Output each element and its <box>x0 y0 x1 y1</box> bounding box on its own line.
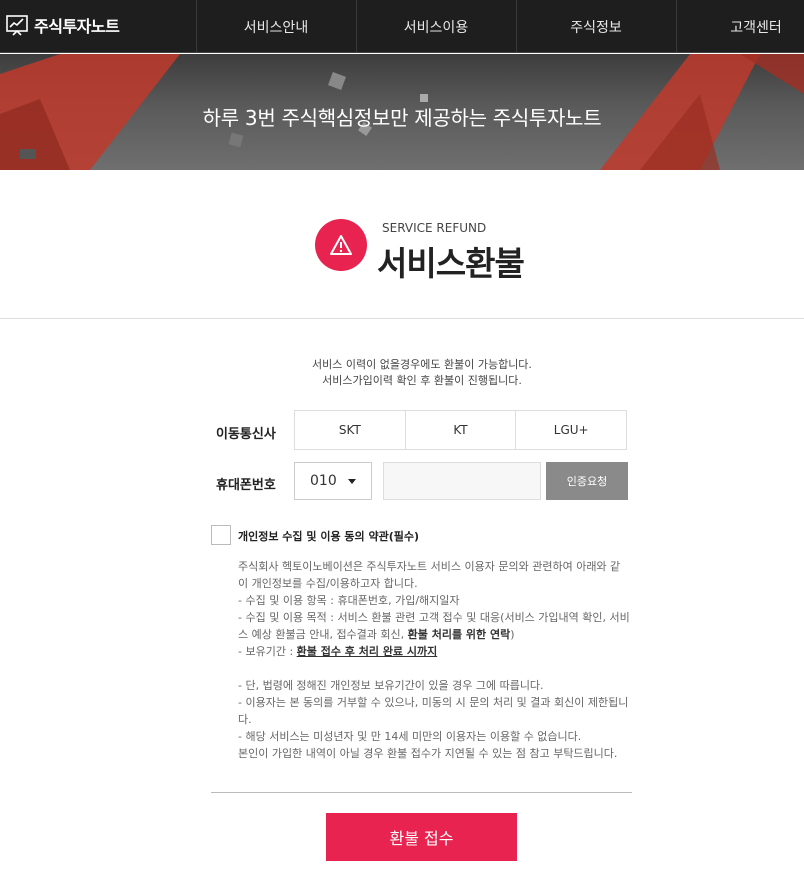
phone-label: 휴대폰번호 <box>216 478 276 493</box>
phone-number-input[interactable] <box>383 462 541 500</box>
terms-item-purpose: - 수집 및 이용 목적 : 서비스 환불 관련 고객 접수 및 대응(서비스 … <box>238 611 630 641</box>
phone-prefix-select[interactable]: 010 <box>294 462 372 500</box>
carrier-option-kt[interactable]: KT <box>405 411 517 449</box>
terms-intro: 주식회사 헥토이노베이션은 주식투자노트 서비스 이용자 문의와 관련하여 아래… <box>238 560 621 590</box>
site-logo[interactable]: 주식투자노트 <box>6 13 120 37</box>
carrier-option-lgu[interactable]: LGU+ <box>516 411 627 449</box>
nav-item-stock-info[interactable]: 주식정보 <box>516 0 676 53</box>
privacy-terms-text: 주식회사 헥토이노베이션은 주식투자노트 서비스 이용자 문의와 관련하여 아래… <box>238 558 630 762</box>
form-divider <box>211 792 632 793</box>
agreement-checkbox[interactable] <box>211 525 231 545</box>
refund-notice: 서비스 이력이 없을경우에도 환불이 가능합니다. 서비스가입이력 확인 후 환… <box>0 357 804 389</box>
terms-note-law: - 단, 법령에 정해진 개인정보 보유기간이 있을 경우 그에 따릅니다. <box>238 679 544 692</box>
nav-item-service-info[interactable]: 서비스안내 <box>196 0 356 53</box>
warning-badge <box>315 219 367 271</box>
hero-tagline: 하루 3번 주식핵심정보만 제공하는 주식투자노트 <box>202 106 602 130</box>
page-subtitle: SERVICE REFUND <box>382 221 487 235</box>
warning-triangle-icon <box>330 235 352 255</box>
phone-prefix-value: 010 <box>310 473 337 489</box>
agreement-label: 개인정보 수집 및 이용 동의 약관(필수) <box>238 530 420 543</box>
hero-banner: 하루 3번 주식핵심정보만 제공하는 주식투자노트 <box>0 54 804 170</box>
refund-submit-button[interactable]: 환불 접수 <box>326 813 517 861</box>
chart-board-icon <box>6 15 28 36</box>
top-navigation-bar: 주식투자노트 서비스안내 서비스이용 주식정보 고객센터 <box>0 0 804 53</box>
dropdown-arrow-icon <box>348 479 356 484</box>
terms-item-collect: - 수집 및 이용 항목 : 휴대폰번호, 가입/해지일자 <box>238 594 460 607</box>
terms-item-retention: - 보유기간 : 환불 접수 후 처리 완료 시까지 <box>238 645 438 658</box>
carrier-selector: SKT KT LGU+ <box>294 410 627 450</box>
notice-line-2: 서비스가입이력 확인 후 환불이 진행됩니다. <box>322 374 522 387</box>
verify-request-button[interactable]: 인증요청 <box>546 462 628 500</box>
terms-note-minor: - 해당 서비스는 미성년자 및 만 14세 미만의 이용자는 이용할 수 없습… <box>238 730 582 743</box>
terms-note-refuse: - 이용자는 본 동의를 거부할 수 있으나, 미동의 시 문의 처리 및 결과… <box>238 696 629 726</box>
nav-item-service-use[interactable]: 서비스이용 <box>356 0 516 53</box>
section-divider <box>0 318 804 319</box>
page-title: 서비스환불 <box>377 244 525 283</box>
nav-item-customer-center[interactable]: 고객센터 <box>676 0 804 53</box>
carrier-label: 이동통신사 <box>216 427 276 442</box>
logo-text: 주식투자노트 <box>34 17 120 36</box>
notice-line-1: 서비스 이력이 없을경우에도 환불이 가능합니다. <box>312 358 532 371</box>
carrier-option-skt[interactable]: SKT <box>295 411 406 449</box>
terms-note-delay: 본인이 가입한 내역이 아닐 경우 환불 접수가 지연될 수 있는 점 참고 부… <box>238 747 618 760</box>
